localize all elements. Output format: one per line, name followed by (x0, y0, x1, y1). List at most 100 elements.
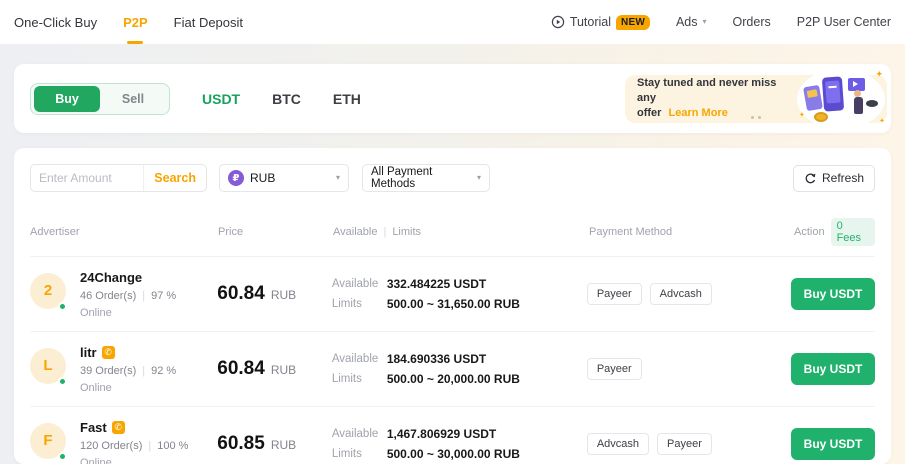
refresh-button[interactable]: Refresh (793, 165, 875, 192)
p2p-page-body: Buy Sell USDT BTC ETH Stay tuned and nev… (0, 44, 905, 464)
advertiser-avatar: 2 (30, 273, 66, 309)
payment-method-tag: Payeer (587, 283, 642, 305)
advertiser-cell: F Fast ✆ 120 Order(s) | 100 % Online (30, 420, 217, 464)
filter-bar: Search ₽ RUB ▾ All Payment Methods ▾ Ref… (30, 164, 875, 192)
tab-label: P2P (123, 15, 148, 30)
header-advertiser: Advertiser (30, 226, 218, 238)
available-limits-cell: Available 184.690336 USDT Limits 500.00 … (332, 349, 587, 389)
advertiser-stats: 46 Order(s) | 97 % (80, 290, 176, 302)
available-limits-cell: Available 332.484225 USDT Limits 500.00 … (332, 274, 587, 314)
verified-phone-icon: ✆ (102, 346, 115, 359)
p2p-user-center-link[interactable]: P2P User Center (797, 15, 891, 29)
ads-menu[interactable]: Ads ▾ (676, 15, 707, 29)
tab-label: Fiat Deposit (174, 15, 243, 30)
advertiser-name[interactable]: litr ✆ (80, 345, 176, 360)
order-count: 46 Order(s) (80, 290, 136, 302)
header-payment-method: Payment Method (589, 226, 794, 238)
tab-fiat-deposit[interactable]: Fiat Deposit (174, 0, 243, 44)
sparkle-icon: ✦ (799, 111, 805, 119)
price-currency: RUB (271, 363, 296, 377)
banner-line1: Stay tuned and never miss any (637, 77, 776, 104)
advertiser-cell: 2 24Change 46 Order(s) | 97 % Online (30, 270, 217, 319)
payment-methods: AdvcashPayeer (587, 433, 791, 455)
orders-link[interactable]: Orders (733, 15, 771, 29)
tab-usdt[interactable]: USDT (202, 91, 240, 107)
price-currency: RUB (271, 288, 296, 302)
buy-usdt-button[interactable]: Buy USDT (791, 428, 875, 460)
offers-card: Search ₽ RUB ▾ All Payment Methods ▾ Ref… (14, 148, 891, 464)
price-cell: 60.84 RUB (217, 283, 332, 305)
topnav-right-links: Tutorial NEW Ads ▾ Orders P2P User Cente… (551, 15, 891, 30)
payment-method-select[interactable]: All Payment Methods ▾ (362, 164, 490, 192)
market-switcher-card: Buy Sell USDT BTC ETH Stay tuned and nev… (14, 64, 891, 133)
payment-method-tag: Advcash (650, 283, 712, 305)
verified-phone-icon: ✆ (112, 421, 125, 434)
amount-search-box: Search (30, 164, 207, 192)
payment-method-value: All Payment Methods (371, 166, 477, 190)
price-value: 60.84 (217, 283, 265, 304)
payment-method-tag: Payeer (587, 358, 642, 380)
user-center-label: P2P User Center (797, 15, 891, 29)
chevron-down-icon: ▾ (336, 174, 340, 182)
action-cell: Buy USDT (791, 428, 875, 460)
sell-toggle-button[interactable]: Sell (100, 86, 166, 112)
online-status-dot (58, 302, 67, 311)
available-label: Available (332, 424, 387, 444)
action-cell: Buy USDT (791, 353, 875, 385)
offer-row: L litr ✆ 39 Order(s) | 92 % Online 60.84… (30, 332, 875, 407)
buy-usdt-button[interactable]: Buy USDT (791, 278, 875, 310)
payment-methods: Payeer (587, 358, 791, 380)
available-limits-cell: Available 1,467.806929 USDT Limits 500.0… (332, 424, 587, 464)
advertiser-name[interactable]: Fast ✆ (80, 420, 188, 435)
amount-input[interactable] (31, 171, 143, 185)
carousel-dots (751, 116, 761, 119)
available-label: Available (332, 274, 387, 294)
price-value: 60.85 (217, 433, 265, 454)
offer-row: F Fast ✆ 120 Order(s) | 100 % Online 60.… (30, 407, 875, 464)
completion-rate: 100 % (157, 440, 188, 452)
tutorial-link[interactable]: Tutorial NEW (551, 15, 650, 30)
limits-label: Limits (332, 369, 387, 389)
advertiser-stats: 120 Order(s) | 100 % (80, 440, 188, 452)
tab-p2p[interactable]: P2P (123, 0, 148, 44)
tab-btc[interactable]: BTC (272, 91, 301, 107)
available-value: 184.690336 USDT (387, 349, 486, 369)
sparkle-icon: ✦ (879, 117, 885, 125)
advertiser-cell: L litr ✆ 39 Order(s) | 92 % Online (30, 345, 217, 394)
price-currency: RUB (271, 438, 296, 452)
advertiser-avatar: L (30, 348, 66, 384)
limits-value: 500.00 ~ 31,650.00 RUB (387, 294, 520, 314)
refresh-icon (804, 172, 817, 185)
search-button[interactable]: Search (143, 165, 206, 191)
coin-tabs: USDT BTC ETH (202, 91, 361, 107)
action-cell: Buy USDT (791, 278, 875, 310)
chevron-down-icon: ▾ (477, 174, 481, 182)
advertiser-name[interactable]: 24Change (80, 270, 176, 285)
online-status-label: Online (80, 457, 188, 464)
buy-usdt-button[interactable]: Buy USDT (791, 353, 875, 385)
promo-banner-text: Stay tuned and never miss any offer Lear… (625, 76, 795, 121)
promo-illustration: ✦ ✦ ✦ (797, 69, 885, 129)
zero-fees-badge: 0 Fees (831, 218, 875, 246)
payment-methods: Payeer Advcash (587, 283, 791, 305)
header-price: Price (218, 226, 333, 238)
learn-more-link[interactable]: Learn More (669, 107, 728, 119)
buy-toggle-button[interactable]: Buy (34, 86, 100, 112)
top-navigation-bar: One-Click Buy P2P Fiat Deposit Tutorial … (0, 0, 905, 44)
ads-label: Ads (676, 15, 698, 29)
advertiser-info: litr ✆ 39 Order(s) | 92 % Online (80, 345, 176, 394)
tab-label: One-Click Buy (14, 15, 97, 30)
completion-rate: 97 % (151, 290, 176, 302)
p2p-nav-tabs: One-Click Buy P2P Fiat Deposit (14, 0, 243, 44)
limits-value: 500.00 ~ 20,000.00 RUB (387, 369, 520, 389)
tab-one-click-buy[interactable]: One-Click Buy (14, 0, 97, 44)
rub-coin-icon: ₽ (228, 170, 244, 186)
price-cell: 60.85 RUB (217, 433, 332, 455)
payment-method-tag: Payeer (657, 433, 712, 455)
play-circle-icon (551, 15, 565, 29)
tab-eth[interactable]: ETH (333, 91, 361, 107)
available-value: 332.484225 USDT (387, 274, 486, 294)
refresh-label: Refresh (822, 171, 864, 185)
fiat-currency-select[interactable]: ₽ RUB ▾ (219, 164, 349, 192)
promo-banner: Stay tuned and never miss any offer Lear… (625, 75, 887, 123)
